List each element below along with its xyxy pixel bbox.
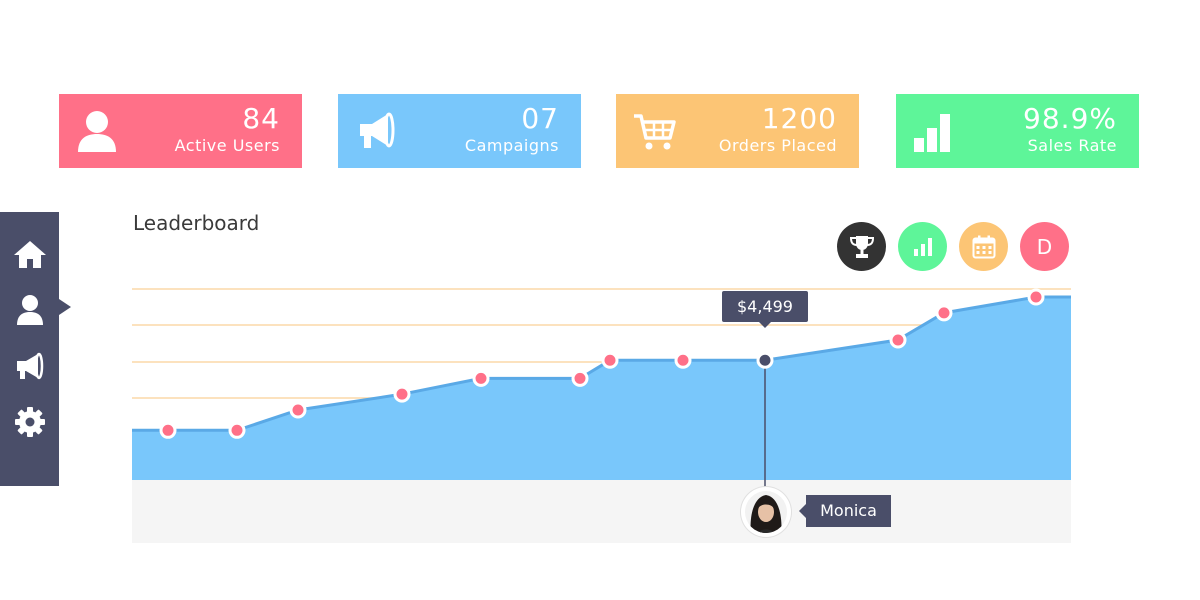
data-point	[601, 351, 619, 369]
data-point	[889, 331, 907, 349]
data-point	[472, 369, 490, 387]
data-point	[674, 351, 692, 369]
avatar[interactable]	[741, 487, 791, 537]
selected-data-point	[756, 351, 774, 369]
data-point	[1027, 288, 1045, 306]
value-tooltip: $4,499	[722, 291, 808, 328]
data-point	[571, 369, 589, 387]
data-point	[159, 421, 177, 439]
data-point	[393, 385, 411, 403]
data-point	[289, 401, 307, 419]
leaderboard-chart	[132, 288, 1071, 490]
selected-user-name: Monica	[799, 495, 891, 527]
data-point	[228, 421, 246, 439]
user-photo	[745, 491, 787, 533]
data-point	[935, 304, 953, 322]
